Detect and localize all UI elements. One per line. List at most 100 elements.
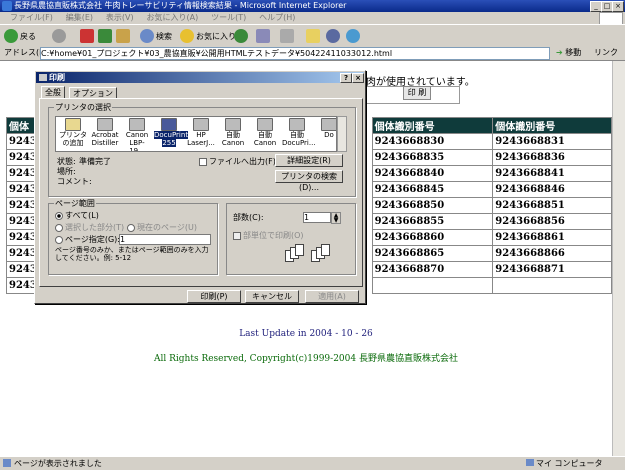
back-button[interactable]: 戻る [4,28,36,44]
vertical-scrollbar[interactable] [612,61,625,456]
messenger-button[interactable] [346,28,360,44]
printer-item[interactable]: Acrobat Distiller [90,118,120,147]
print-dialog: 印刷 ? × 全般 オプション プリンタの選択 プリンタの追加 Acrobat … [34,70,366,304]
toolbar: 戻る 検索 お気に入り [0,24,625,48]
status-bar: ページが表示されました マイ コンピュータ [0,456,625,470]
printer-item[interactable]: HP LaserJ... [186,118,216,147]
all-radio[interactable]: すべて(L) [55,210,99,221]
go-arrow-icon: ➔ [556,48,563,57]
print-button[interactable]: 印刷(P) [187,290,241,303]
printer-group: プリンタの選択 プリンタの追加 Acrobat Distiller Canon … [48,102,356,197]
discuss-icon [326,29,340,43]
printer-icon [193,118,209,131]
selection-radio[interactable]: 選択した部分(T) [55,222,124,233]
printer-icon [97,118,113,131]
preferences-button[interactable]: 詳細設定(R) [275,154,343,167]
printer-item[interactable]: 自動 Canon ... [218,118,248,151]
copies-group: 部数(C): 1 ▲ ▼ 部単位で印刷(O) [226,203,356,275]
menu-help[interactable]: ヘルプ(H) [259,12,295,24]
printer-icon [39,74,47,81]
printer-icon [280,29,294,43]
zone-indicator: マイ コンピュータ [526,458,603,469]
print-toolbar-button[interactable] [280,28,294,44]
address-bar: アドレス(D) C:¥home¥01_プロジェクト¥03_農協直販¥公開用HTM… [0,46,625,61]
search-icon [140,29,154,43]
address-input[interactable]: C:¥home¥01_プロジェクト¥03_農協直販¥公開用HTMLテストデータ¥… [40,47,550,60]
status-text: ページが表示されました [14,459,102,468]
current-page-radio[interactable]: 現在のページ(U) [127,222,197,233]
stop-button[interactable] [80,28,94,44]
refresh-icon [98,29,112,43]
window-title: 長野県農協直販株式会社 牛肉トレーサビリティ情報検索結果 - Microsoft… [14,1,347,10]
stop-icon [80,29,94,43]
col4-header: 個体識別番号 [492,117,612,134]
media-icon [234,29,248,43]
printer-icon [225,118,241,131]
printer-item[interactable]: Do [314,118,336,139]
add-printer-icon [65,118,81,131]
home-button[interactable] [116,28,130,44]
printer-icon [321,118,336,131]
print-to-file-checkbox[interactable]: ファイルへ出力(F) [199,156,276,167]
media-button[interactable] [234,28,248,44]
last-update: Last Update in 2004 - 10 - 26 [239,329,373,339]
messenger-icon [346,29,360,43]
back-arrow-icon [4,29,18,43]
edit-button[interactable] [306,28,320,44]
copies-label: 部数(C): [233,213,264,222]
printer-item[interactable]: Canon LBP-19... [122,118,152,151]
ie-icon [2,1,12,11]
mail-icon [256,29,270,43]
menu-edit[interactable]: 編集(E) [66,12,93,24]
close-button[interactable]: × [612,1,624,12]
favorites-button[interactable]: お気に入り [180,28,236,44]
printer-list[interactable]: プリンタの追加 Acrobat Distiller Canon LBP-19..… [55,116,337,152]
find-printer-button[interactable]: プリンタの検索(D)... [275,170,343,192]
pages-radio[interactable]: ページ指定(G): [55,234,120,245]
status-value: 準備完了 [79,157,111,166]
printer-list-scrollbar[interactable] [337,116,347,152]
printer-icon [257,118,273,131]
dialog-title: 印刷 [49,73,65,82]
refresh-button[interactable] [98,28,112,44]
copies-spinner[interactable]: ▲ ▼ [331,212,341,224]
printer-item[interactable]: 自動 DocuPri... [282,118,316,147]
forward-button[interactable] [52,28,66,44]
title-bar: 長野県農協直販株式会社 牛肉トレーサビリティ情報検索結果 - Microsoft… [0,0,625,12]
copies-input[interactable]: 1 [303,212,331,223]
menu-tools[interactable]: ツール(T) [211,12,246,24]
general-panel: プリンタの選択 プリンタの追加 Acrobat Distiller Canon … [39,98,363,287]
page-print-button[interactable]: 印 刷 [403,86,431,100]
discuss-button[interactable] [326,28,340,44]
collate-checkbox[interactable]: 部単位で印刷(O) [233,230,304,241]
mail-button[interactable] [256,28,270,44]
links-button[interactable]: リンク [594,47,618,58]
printer-item-selected[interactable]: DocuPrint 255 [154,118,189,147]
computer-icon [526,459,534,466]
pages-hint: ページ番号のみか、またはページ範囲のみを入力してください。例: 5-12 [55,246,209,262]
star-icon [180,29,194,43]
cancel-button[interactable]: キャンセル [245,290,299,303]
menu-bar: ファイル(F) 編集(E) 表示(V) お気に入り(A) ツール(T) ヘルプ(… [0,12,625,24]
forward-arrow-icon [52,29,66,43]
menu-favorites[interactable]: お気に入り(A) [146,12,198,24]
menu-file[interactable]: ファイル(F) [10,12,53,24]
menu-view[interactable]: 表示(V) [106,12,134,24]
printer-icon [161,118,177,131]
col3-header: 個体識別番号 [371,117,494,134]
printer-item[interactable]: 自動 Canon ... [250,118,280,151]
comment-label: コメント: [57,177,92,186]
dialog-close-button[interactable]: × [352,73,364,83]
printer-item[interactable]: プリンタの追加 [58,118,88,147]
pages-input[interactable]: 1 [119,234,211,245]
go-button[interactable]: ➔ 移動 [556,47,581,58]
printer-icon [289,118,305,131]
dialog-title-bar: 印刷 ? × [36,72,364,83]
apply-button[interactable]: 適用(A) [305,290,359,303]
search-button[interactable]: 検索 [140,28,172,44]
printer-group-label: プリンタの選択 [54,102,112,113]
copyright: All Rights Reserved, Copyright(c)1999-20… [154,354,458,364]
page-range-group: ページ範囲 すべて(L) 選択した部分(T) 現在のページ(U) ページ指定(G… [48,198,218,275]
help-button[interactable]: ? [340,73,352,83]
page-range-label: ページ範囲 [54,198,96,209]
